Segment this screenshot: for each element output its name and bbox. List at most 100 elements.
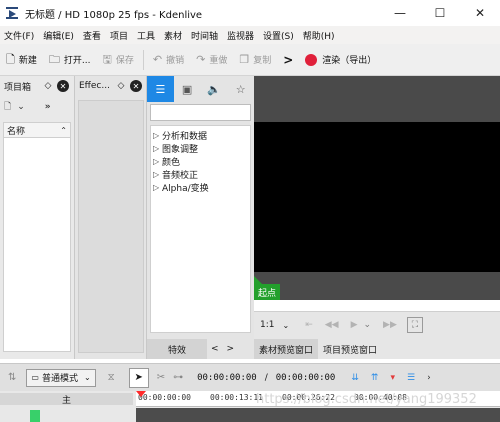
menu-project[interactable]: 项目: [110, 29, 128, 42]
add-clip-icon[interactable]: 🗋: [4, 99, 11, 115]
menu-view[interactable]: 查看: [83, 29, 101, 42]
redo-button[interactable]: ↷ 重做: [190, 48, 233, 72]
edit-mode-select[interactable]: ▭ 普通模式 ⌄: [26, 368, 96, 387]
close-button[interactable]: ✕: [460, 0, 500, 26]
tree-item[interactable]: ▷ Alpha/变换: [153, 181, 248, 194]
close-panel-icon[interactable]: ✕: [57, 80, 69, 92]
undo-icon: ↶: [152, 53, 163, 66]
mode-icon: ▭: [31, 373, 39, 382]
overwrite-icon[interactable]: ⇈: [371, 373, 379, 383]
tab-clip-monitor[interactable]: 素材预览窗口: [254, 339, 319, 359]
tree-item[interactable]: ▷ 音频校正: [153, 168, 248, 181]
monitor-video-frame[interactable]: [254, 122, 500, 272]
render-button[interactable]: 渲染（导出）: [299, 48, 382, 72]
bin-clip-list[interactable]: [3, 138, 71, 352]
copy-label: 复制: [253, 56, 272, 66]
undo-label: 撤销: [166, 56, 185, 66]
timeline-position[interactable]: 00:00:00:00: [197, 373, 257, 383]
float-panel-icon[interactable]: ◇: [42, 80, 54, 92]
copy-button[interactable]: ❐ 复制: [233, 48, 277, 72]
copy-icon: ❐: [239, 53, 250, 66]
float-panel-icon[interactable]: ◇: [115, 80, 127, 92]
expand-arrow-icon: ▷: [153, 157, 160, 166]
effect-stack-panel: Effec... ◇ ✕: [75, 76, 147, 359]
menu-timeline[interactable]: 时间轴: [191, 29, 218, 42]
timeline-track-area[interactable]: [136, 408, 500, 422]
track-settings-icon[interactable]: ⇅: [8, 372, 16, 383]
insert-icon[interactable]: ⇊: [351, 373, 359, 383]
undo-button[interactable]: ↶ 撤销: [147, 48, 190, 72]
maximize-button[interactable]: ☐: [420, 0, 460, 26]
menu-file[interactable]: 文件(F): [4, 29, 34, 42]
go-to-start-icon[interactable]: ⇤: [305, 320, 313, 330]
effects-tree: ▷ 分析和数据 ▷ 图象调整 ▷ 颜色 ▷ 音频校正 ▷ Alpha/变换: [150, 125, 251, 333]
timecode-separator: /: [264, 372, 268, 383]
bin-column-header[interactable]: 名称 ⌃: [3, 122, 71, 138]
open-label: 打开...: [63, 56, 91, 66]
lift-icon[interactable]: ☰: [407, 373, 415, 383]
project-bin-title: 项目箱: [4, 82, 32, 93]
expand-arrow-icon: ▷: [153, 183, 160, 192]
tab-scroll-left[interactable]: <: [207, 339, 223, 359]
timeline-toolbar: ⇅ ▭ 普通模式 ⌄ ⧖ ➤ ✂ ⊶ 00:00:00:00 / 00:00:0…: [0, 363, 500, 391]
play-options-chevron-icon[interactable]: ⌄: [364, 320, 372, 330]
video-effects-tab-icon[interactable]: ▣: [174, 76, 201, 102]
effects-filter-tabs: ☰ ▣ 🔈 ☆: [147, 76, 254, 102]
fullscreen-icon[interactable]: ⛶: [406, 317, 423, 333]
menu-bar: 文件(F) 编辑(E) 查看 项目 工具 素材 时间轴 监视器 设置(S) 帮助…: [0, 26, 500, 44]
tab-scroll-right[interactable]: >: [223, 339, 239, 359]
favorite-effects-tab-icon[interactable]: ☆: [227, 76, 254, 102]
master-track-header[interactable]: 主: [0, 393, 133, 406]
menu-tools[interactable]: 工具: [137, 29, 155, 42]
rewind-icon[interactable]: ◀◀: [325, 320, 339, 330]
menu-settings[interactable]: 设置(S): [263, 29, 294, 42]
toolbar-overflow-button[interactable]: >: [277, 48, 299, 72]
save-button[interactable]: 🖫 保存: [96, 48, 139, 72]
kdenlive-logo-icon: [5, 6, 19, 20]
razor-tool-icon[interactable]: ✂: [157, 372, 165, 383]
slip-tool-icon[interactable]: ⊶: [173, 372, 183, 383]
fast-forward-icon[interactable]: ▶▶: [383, 320, 397, 330]
audio-effects-tab-icon[interactable]: 🔈: [201, 76, 228, 102]
menu-help[interactable]: 帮助(H): [303, 29, 335, 42]
minimize-button[interactable]: —: [380, 0, 420, 26]
render-record-icon: [305, 53, 318, 66]
redo-icon: ↷: [196, 53, 206, 66]
timeline-more-icon[interactable]: ›: [427, 373, 431, 383]
tree-item[interactable]: ▷ 分析和数据: [153, 129, 248, 142]
open-button[interactable]: 🗀 打开...: [43, 48, 97, 72]
close-panel-icon[interactable]: ✕: [130, 80, 142, 92]
all-effects-tab-icon[interactable]: ☰: [147, 76, 174, 102]
save-icon: 🖫: [102, 53, 112, 66]
menu-clip[interactable]: 素材: [164, 29, 182, 42]
monitor-ruler[interactable]: [254, 300, 500, 312]
expand-arrow-icon: ▷: [153, 144, 160, 153]
effects-list-panel: ☰ ▣ 🔈 ☆ ▷ 分析和数据 ▷ 图象调整 ▷ 颜色 ▷ 音频校正 ▷ Alpha/变换…: [147, 76, 254, 359]
project-bin-header: 项目箱 ◇ ✕: [0, 76, 74, 96]
zoom-select[interactable]: 1:1 ⌄: [260, 320, 289, 330]
tab-project-monitor[interactable]: 项目预览窗口: [318, 339, 382, 359]
render-label: 渲染（导出）: [322, 56, 377, 66]
chevron-down-icon[interactable]: ⌄: [17, 102, 25, 112]
tab-effects[interactable]: 特效: [147, 339, 207, 359]
sort-up-icon: ⌃: [60, 125, 67, 135]
track-active-indicator[interactable]: [30, 410, 40, 422]
chevron-down-icon: ⌄: [83, 373, 91, 382]
effect-stack-content: [78, 100, 144, 353]
tree-item[interactable]: ▷ 颜色: [153, 155, 248, 168]
new-button[interactable]: 🗋 新建: [0, 48, 43, 72]
effect-stack-header: Effec... ◇ ✕: [75, 76, 146, 96]
extract-icon[interactable]: ▾: [390, 373, 395, 383]
effect-stack-title: Effec...: [79, 81, 110, 91]
effects-search-input[interactable]: [150, 104, 251, 121]
menu-edit[interactable]: 编辑(E): [43, 29, 74, 42]
play-icon[interactable]: ▶: [351, 320, 358, 330]
selection-tool-icon[interactable]: ➤: [128, 367, 149, 388]
spacer-tool-icon[interactable]: ⧖: [108, 372, 115, 383]
more-tools-button[interactable]: »: [45, 102, 51, 112]
playhead-marker-icon[interactable]: [136, 391, 146, 397]
tree-item-label: 图象调整: [162, 145, 199, 155]
zoom-value: 1:1: [260, 320, 275, 330]
menu-monitor[interactable]: 监视器: [227, 29, 254, 42]
tree-item[interactable]: ▷ 图象调整: [153, 142, 248, 155]
